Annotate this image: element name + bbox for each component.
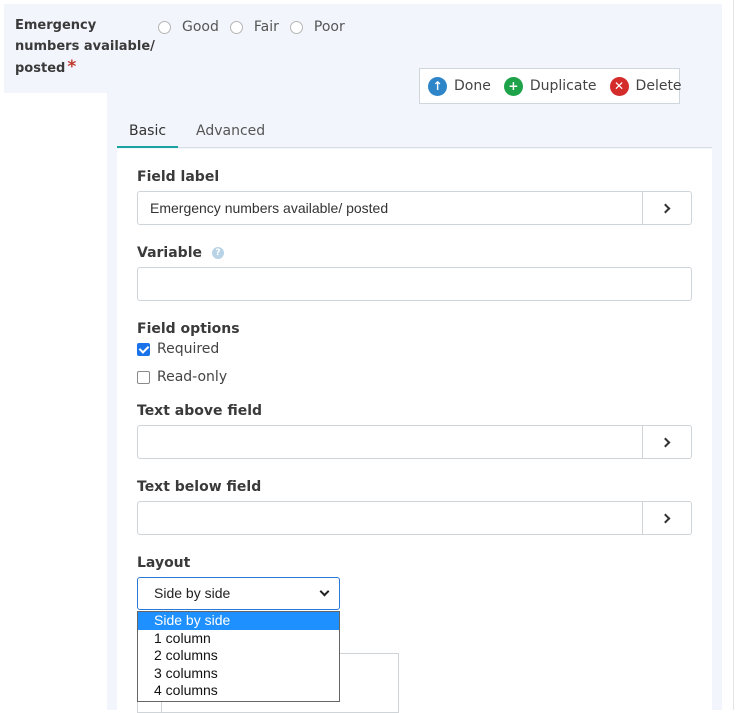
radio-button[interactable] xyxy=(289,20,303,34)
field-label-input-group: Emergency numbers available/ posted xyxy=(137,191,692,225)
readonly-option[interactable]: Read-only xyxy=(137,369,227,385)
text-above-expand-button[interactable] xyxy=(642,426,691,458)
readonly-option-label: Read-only xyxy=(157,369,228,385)
preview-label-line: posted xyxy=(15,61,66,76)
field-label-heading: Field label xyxy=(137,169,220,185)
layout-option[interactable]: 2 columns xyxy=(138,647,339,665)
required-marker: * xyxy=(67,57,77,77)
chevron-right-icon xyxy=(660,513,671,523)
field-label-expand-button[interactable] xyxy=(642,192,691,224)
editor-tabs: Basic Advanced xyxy=(117,114,712,148)
layout-option[interactable]: Side by side xyxy=(138,612,339,630)
layout-selected-value: Side by side xyxy=(154,585,231,601)
preview-label-line: Emergency xyxy=(15,18,97,33)
rating-option-fair[interactable]: Fair xyxy=(229,19,279,35)
duplicate-label: Duplicate xyxy=(529,78,597,94)
done-label: Done xyxy=(454,78,491,94)
rating-option-good[interactable]: Good xyxy=(158,19,219,35)
layout-heading: Layout xyxy=(137,555,191,571)
text-above-input[interactable] xyxy=(138,426,642,458)
field-action-bar: ↑ Done + Duplicate ✕ Delete xyxy=(419,68,682,104)
left-gutter xyxy=(4,93,107,710)
text-below-heading: Text below field xyxy=(137,479,262,495)
rating-option-poor[interactable]: Poor xyxy=(289,19,345,35)
required-checkbox[interactable] xyxy=(137,342,150,356)
field-label-input[interactable]: Emergency numbers available/ posted xyxy=(138,192,642,224)
done-button[interactable]: ↑ Done xyxy=(428,76,491,96)
rating-option-label: Good xyxy=(182,19,219,35)
scrollbar-track[interactable] xyxy=(733,0,734,710)
preview-rating-options: Good Fair Poor xyxy=(158,17,356,37)
duplicate-button[interactable]: + Duplicate xyxy=(503,76,597,96)
radio-button[interactable] xyxy=(229,20,243,34)
layout-dropdown-list: Side by side 1 column 2 columns 3 column… xyxy=(137,611,340,702)
variable-label: Variable xyxy=(137,245,202,261)
variable-heading: Variable? xyxy=(137,245,224,261)
text-below-input-group xyxy=(137,501,692,535)
field-options-heading: Field options xyxy=(137,321,240,337)
variable-input[interactable] xyxy=(137,267,692,301)
chevron-right-icon xyxy=(660,203,671,213)
text-below-expand-button[interactable] xyxy=(642,502,691,534)
help-icon[interactable]: ? xyxy=(211,247,224,259)
radio-button[interactable] xyxy=(158,20,171,34)
arrow-up-icon: ↑ xyxy=(428,76,447,96)
readonly-checkbox[interactable] xyxy=(137,370,150,384)
layout-option[interactable]: 4 columns xyxy=(138,682,339,700)
preview-label-line: numbers available/ xyxy=(15,39,155,54)
chevron-right-icon xyxy=(660,437,671,447)
preview-field-label: Emergency numbers available/ posted * xyxy=(15,15,155,79)
delete-button[interactable]: ✕ Delete xyxy=(609,76,682,96)
close-icon: ✕ xyxy=(609,76,629,96)
required-option-label: Required xyxy=(157,341,220,357)
rating-option-label: Poor xyxy=(313,19,345,35)
text-below-input[interactable] xyxy=(138,502,642,534)
text-above-input-group xyxy=(137,425,692,459)
layout-option[interactable]: 1 column xyxy=(138,630,339,648)
text-above-heading: Text above field xyxy=(137,403,263,419)
rating-option-label: Fair xyxy=(253,19,279,35)
required-option[interactable]: Required xyxy=(137,341,219,357)
layout-option[interactable]: 3 columns xyxy=(138,665,339,683)
layout-select[interactable]: Side by side xyxy=(137,577,340,610)
chevron-down-icon xyxy=(319,586,330,597)
delete-label: Delete xyxy=(635,78,682,94)
tab-basic[interactable]: Basic xyxy=(117,114,179,148)
tab-advanced[interactable]: Advanced xyxy=(184,114,277,148)
plus-icon: + xyxy=(503,76,523,96)
